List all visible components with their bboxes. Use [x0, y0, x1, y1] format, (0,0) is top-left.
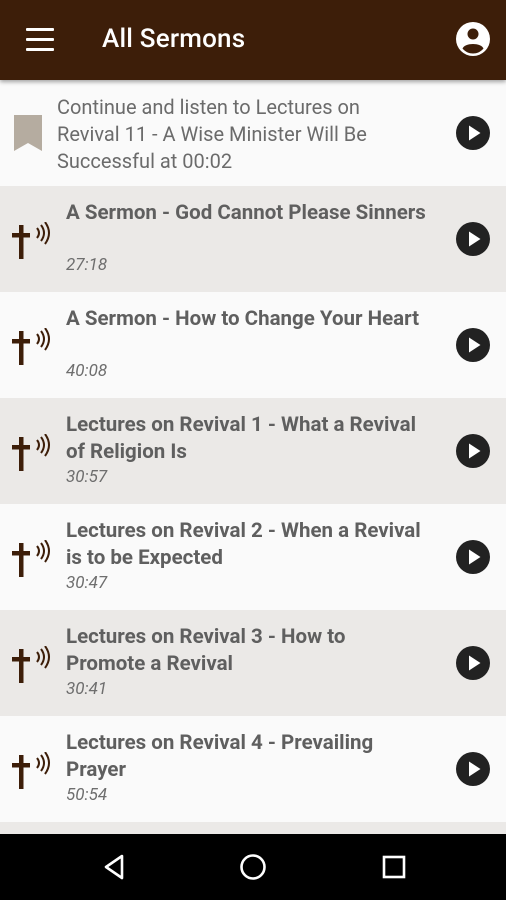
sermon-title: Lectures on Revival 2 - When a Revival i… — [66, 519, 421, 570]
sermon-list-item[interactable]: A Sermon - How to Change Your Heart 40:08 — [0, 292, 506, 398]
sermon-duration: 50:54 — [66, 785, 108, 805]
sermon-title: Lectures on Revival 4 - Prevailing Praye… — [66, 731, 374, 782]
sermon-list: Continue and listen to Lectures on Reviv… — [0, 80, 506, 834]
recents-square-icon[interactable] — [378, 851, 410, 883]
play-button-icon[interactable] — [455, 539, 491, 575]
sermon-list-item[interactable]: A Sermon - God Cannot Please Sinners 27:1… — [0, 186, 506, 292]
sermon-list-item[interactable]: Lectures on Revival 2 - When a Revival i… — [0, 504, 506, 610]
sermon-list-item-partial — [0, 822, 506, 834]
sermon-duration: 30:57 — [66, 467, 108, 487]
hamburger-menu-icon[interactable] — [26, 27, 54, 53]
bookmark-icon — [14, 115, 42, 151]
sermon-list-item[interactable]: Lectures on Revival 4 - Prevailing Praye… — [0, 716, 506, 822]
cross-audio-icon — [12, 540, 50, 577]
sermon-title: Lectures on Revival 3 - How to Promote a… — [66, 625, 346, 676]
back-triangle-icon[interactable] — [98, 851, 130, 883]
app-bar: All Sermons — [0, 0, 506, 80]
system-navigation-bar — [0, 834, 506, 900]
play-button-icon[interactable] — [455, 751, 491, 787]
sermon-duration: 30:47 — [66, 573, 108, 593]
sermon-duration: 40:08 — [66, 361, 108, 381]
sermon-title: Lectures on Revival 1 - What a Revival o… — [66, 413, 417, 464]
sermon-title: A Sermon - God Cannot Please Sinners — [66, 201, 426, 225]
play-button-icon[interactable] — [455, 221, 491, 257]
resume-text: Continue and listen to Lectures on Reviv… — [57, 95, 367, 173]
sermon-list-item[interactable]: Lectures on Revival 3 - How to Promote a… — [0, 610, 506, 716]
cross-audio-icon — [12, 434, 50, 471]
sermon-duration: 30:41 — [66, 679, 108, 699]
sermon-title: A Sermon - How to Change Your Heart — [66, 307, 420, 331]
cross-audio-icon — [12, 752, 50, 789]
sermon-list-item[interactable]: Lectures on Revival 1 - What a Revival o… — [0, 398, 506, 504]
cross-audio-icon — [12, 222, 50, 259]
sermon-duration: 27:18 — [66, 255, 108, 275]
home-circle-icon[interactable] — [237, 851, 269, 883]
play-button-icon[interactable] — [455, 327, 491, 363]
cross-audio-icon — [12, 646, 50, 683]
page-title: All Sermons — [102, 24, 246, 54]
play-button-icon[interactable] — [455, 645, 491, 681]
account-circle-icon[interactable] — [454, 20, 492, 58]
play-button-icon[interactable] — [455, 433, 491, 469]
play-button-icon[interactable] — [455, 115, 491, 151]
cross-audio-icon — [12, 328, 50, 365]
resume-playback-row[interactable]: Continue and listen to Lectures on Reviv… — [0, 80, 506, 186]
